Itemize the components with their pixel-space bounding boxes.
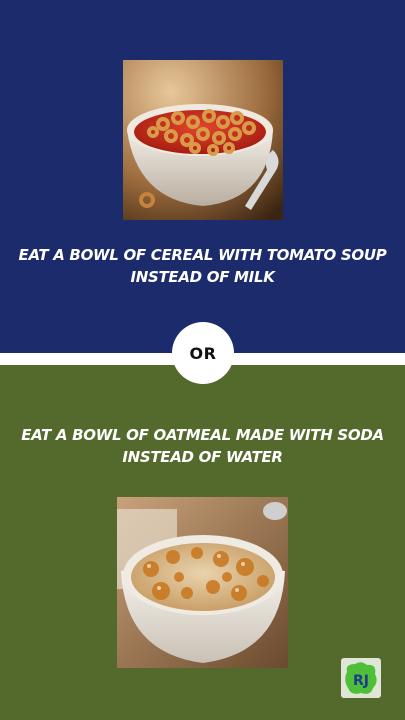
top-caption-line-1: EAT A BOWL OF CEREAL WITH TOMATO SOUP xyxy=(18,246,387,264)
oatmeal-soda-image xyxy=(117,497,288,668)
bottom-option-caption: EAT A BOWL OF OATMEAL MADE WITH SODA INS… xyxy=(0,424,405,468)
rj-logo-icon: RJ xyxy=(341,658,381,698)
top-caption-line-2: INSTEAD OF MILK xyxy=(130,268,275,286)
or-label: OR xyxy=(189,343,217,363)
bottom-caption-line-2: INSTEAD OF WATER xyxy=(122,448,283,466)
rj-logo-text: RJ xyxy=(353,673,369,689)
bottom-caption-line-1: EAT A BOWL OF OATMEAL MADE WITH SODA xyxy=(21,426,384,444)
cereal-tomato-soup-image xyxy=(123,60,283,220)
would-you-rather-card: EAT A BOWL OF CEREAL WITH TOMATO SOUP IN… xyxy=(0,0,405,720)
or-badge: OR xyxy=(172,322,234,384)
top-option-caption: EAT A BOWL OF CEREAL WITH TOMATO SOUP IN… xyxy=(0,244,405,288)
